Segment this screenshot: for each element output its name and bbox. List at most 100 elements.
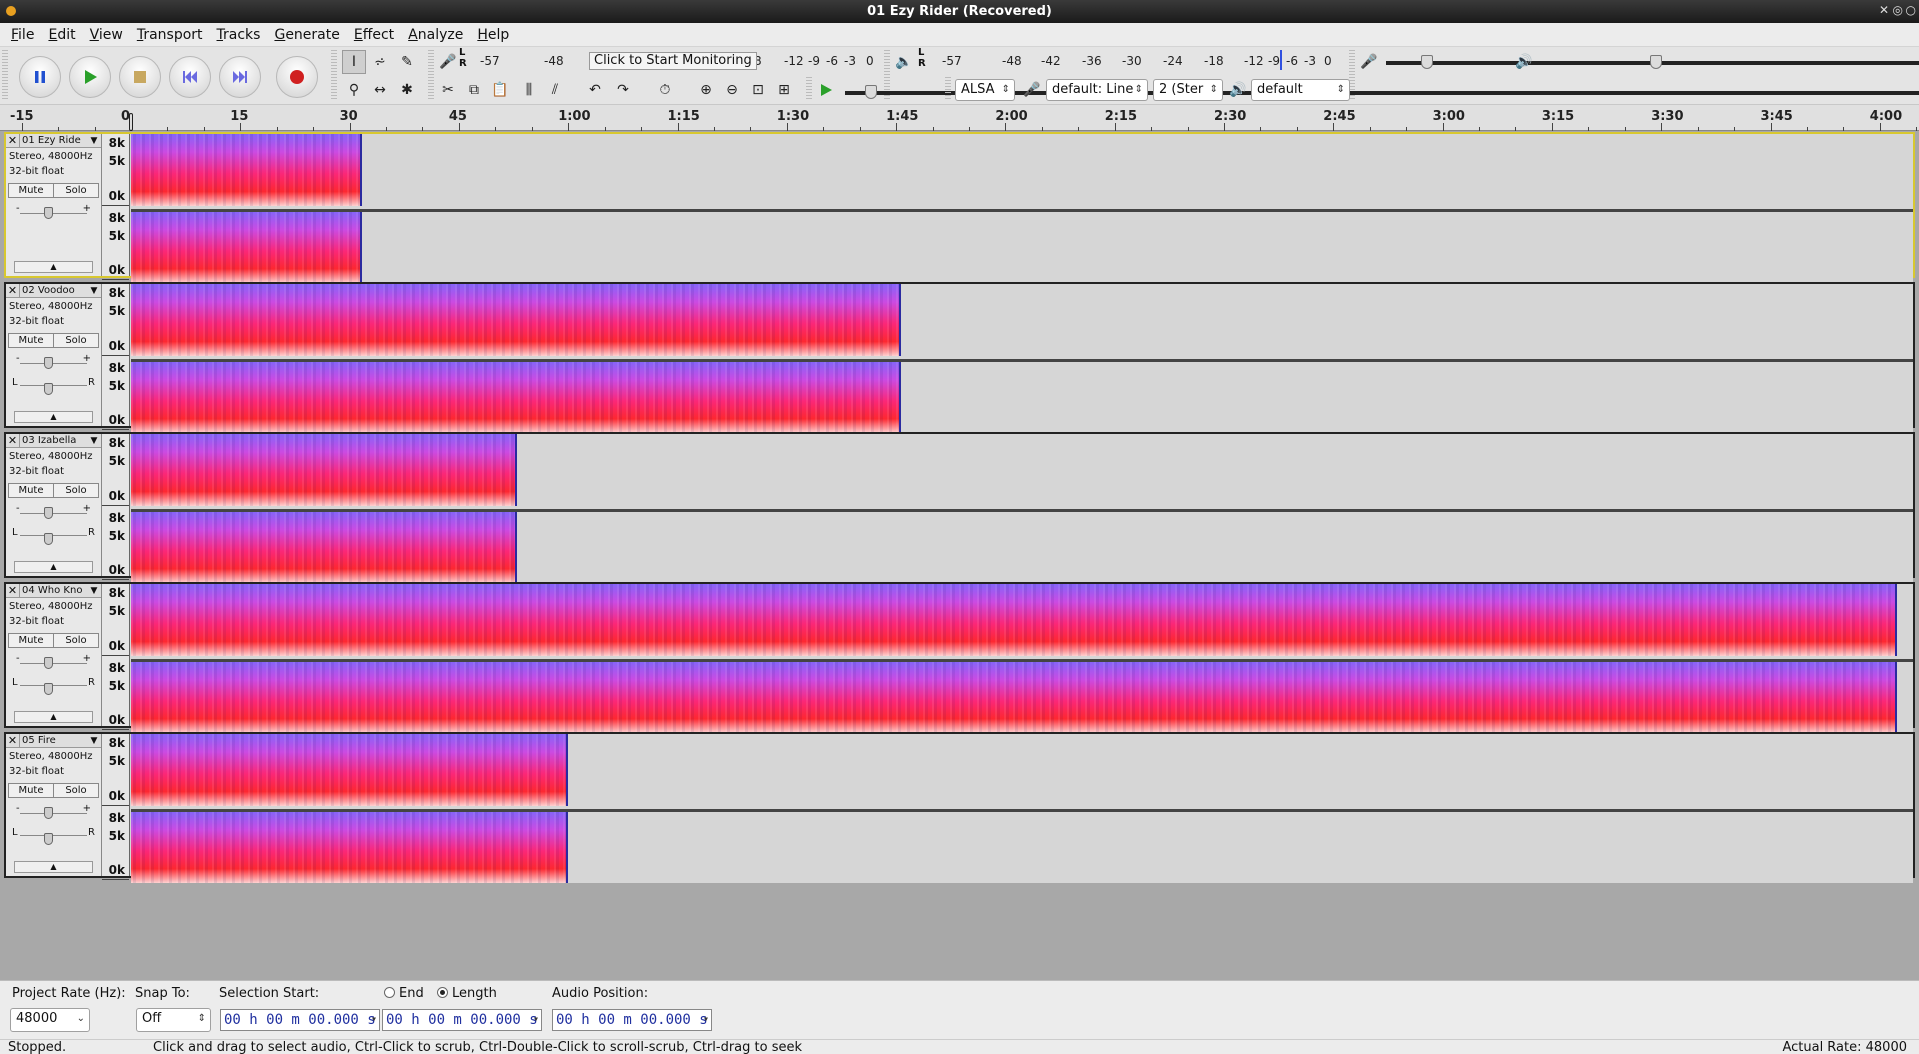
track-collapse-button[interactable]: ▲ [14,261,93,273]
frequency-ruler[interactable]: 8k 5k 0k 8k 5k 0k [102,584,130,730]
pan-slider-thumb[interactable] [44,683,53,695]
left-channel[interactable] [131,134,1913,206]
track-name-row[interactable]: ✕ 04 Who Kno ▼ [6,584,101,598]
track-close-icon[interactable]: ✕ [6,134,20,147]
toolbar-grip[interactable] [331,50,337,101]
zoom-in-button[interactable]: ⊕ [694,78,718,102]
track-collapse-button[interactable]: ▲ [14,711,93,723]
track-control-panel[interactable]: ✕ 02 Voodoo ▼ Stereo, 48000Hz 32-bit float Mu… [6,284,102,426]
gain-slider[interactable]: - + [14,351,93,373]
track-name-row[interactable]: ✕ 05 Fire ▼ [6,734,101,748]
audio-clip-spectrogram[interactable] [131,811,568,883]
radio-icon[interactable] [384,987,395,998]
track-menu-chevron-icon[interactable]: ▼ [87,736,101,746]
playback-meter-button[interactable]: 🔈 [892,50,916,74]
slider-thumb[interactable] [1421,55,1433,69]
selection-start-time[interactable]: 00 h 00 m 00.000 s ▾ [220,1009,380,1031]
track-name[interactable]: 02 Voodoo [20,285,87,296]
audio-track[interactable]: ✕ 04 Who Kno ▼ Stereo, 48000Hz 32-bit float M… [4,582,1915,733]
track-control-panel[interactable]: ✕ 05 Fire ▼ Stereo, 48000Hz 32-bit float Mute… [6,734,102,876]
pan-slider-thumb[interactable] [44,533,53,545]
audio-track[interactable]: ✕ 03 Izabella ▼ Stereo, 48000Hz 32-bit float… [4,432,1915,583]
solo-button[interactable]: Solo [53,634,98,647]
gain-slider-thumb[interactable] [44,657,53,669]
gain-slider-thumb[interactable] [44,357,53,369]
selection-length-time[interactable]: 00 h 00 m 00.000 s ▾ [382,1009,542,1031]
spectrogram-area[interactable] [131,134,1913,283]
gain-slider-thumb[interactable] [44,207,53,219]
left-channel[interactable] [131,434,1913,506]
minimize-icon[interactable]: ✕ [1879,3,1889,17]
gain-slider[interactable]: - + [14,201,93,223]
frequency-ruler[interactable]: 8k 5k 0k 8k 5k 0k [102,284,130,430]
start-monitoring-tooltip[interactable]: Click to Start Monitoring [589,52,757,70]
audio-clip-spectrogram[interactable] [131,284,901,356]
right-channel[interactable] [131,808,1913,883]
play-button[interactable] [69,56,111,98]
toolbar-grip[interactable] [806,77,812,101]
menu-view[interactable]: View [83,27,130,43]
recording-device-select[interactable]: default: Line ⇕ [1046,79,1148,101]
audio-clip-spectrogram[interactable] [131,134,362,206]
pan-slider[interactable]: LR [12,673,95,695]
menu-analyze[interactable]: Analyze [401,27,470,43]
frequency-ruler[interactable]: 8k 5k 0k 8k 5k 0k [102,734,130,880]
track-menu-chevron-icon[interactable]: ▼ [87,286,101,296]
solo-button[interactable]: Solo [53,334,98,347]
sync-lock-button[interactable]: ⏱ [653,78,677,102]
audio-track[interactable]: ✕ 02 Voodoo ▼ Stereo, 48000Hz 32-bit float Mu… [4,282,1915,433]
mute-button[interactable]: Mute [9,784,53,797]
spectrogram-area[interactable] [131,284,1913,433]
toolbar-grip[interactable] [945,77,951,101]
left-channel[interactable] [131,734,1913,806]
track-menu-chevron-icon[interactable]: ▼ [87,136,101,146]
timeline-ruler[interactable]: -15 0 15 30 45 1:00 1:15 1:30 1:45 2:00 2:15 2:30 2:… [0,105,1919,131]
track-collapse-button[interactable]: ▲ [14,861,93,873]
track-collapse-button[interactable]: ▲ [14,411,93,423]
menu-edit[interactable]: Edit [41,27,82,43]
selection-tool[interactable]: I [342,50,366,74]
solo-button[interactable]: Solo [53,484,98,497]
time-shift-tool[interactable]: ↔ [368,78,392,102]
track-control-panel[interactable]: ✕ 04 Who Kno ▼ Stereo, 48000Hz 32-bit float M… [6,584,102,726]
menu-file[interactable]: File [4,27,41,43]
toolbar-grip[interactable] [2,50,8,101]
fit-selection-button[interactable]: ⊡ [746,78,770,102]
audio-host-select[interactable]: ALSA ⇕ [955,79,1015,101]
snap-to-select[interactable]: Off ⇕ [136,1008,211,1032]
spectrogram-area[interactable] [131,584,1913,733]
frequency-ruler[interactable]: 8k 5k 0k 8k 5k 0k [102,434,130,580]
gain-slider[interactable]: - + [14,801,93,823]
draw-tool[interactable]: ✎ [395,50,419,74]
track-name[interactable]: 05 Fire [20,735,87,746]
paste-button[interactable]: 📋 [488,78,512,102]
end-radio[interactable]: End [384,986,424,1001]
zoom-out-button[interactable]: ⊖ [720,78,744,102]
playback-volume-slider[interactable] [1542,52,1919,72]
pause-button[interactable] [19,56,61,98]
audio-clip-spectrogram[interactable] [131,734,568,806]
menu-help[interactable]: Help [470,27,516,43]
record-button[interactable] [276,56,318,98]
mute-button[interactable]: Mute [9,334,53,347]
track-name-row[interactable]: ✕ 02 Voodoo ▼ [6,284,101,298]
track-close-icon[interactable]: ✕ [6,584,20,597]
maximize-icon[interactable]: ◎ [1893,3,1903,17]
track-control-panel[interactable]: ✕ 03 Izabella ▼ Stereo, 48000Hz 32-bit float… [6,434,102,576]
redo-button[interactable]: ↷ [611,78,635,102]
menu-transport[interactable]: Transport [130,27,210,43]
track-close-icon[interactable]: ✕ [6,284,20,297]
pan-slider[interactable]: LR [12,373,95,395]
fit-project-button[interactable]: ⊞ [772,78,796,102]
spectrogram-area[interactable] [131,734,1913,883]
mute-button[interactable]: Mute [9,484,53,497]
toolbar-grip[interactable] [428,77,434,101]
track-name-row[interactable]: ✕ 01 Ezy Ride ▼ [6,134,101,148]
skip-to-start-button[interactable] [169,56,211,98]
gain-slider[interactable]: - + [14,501,93,523]
left-channel[interactable] [131,584,1913,656]
audio-clip-spectrogram[interactable] [131,434,517,506]
mute-button[interactable]: Mute [9,184,53,197]
play-speed-slider[interactable] [845,82,1919,102]
multi-tool[interactable]: ✱ [395,78,419,102]
